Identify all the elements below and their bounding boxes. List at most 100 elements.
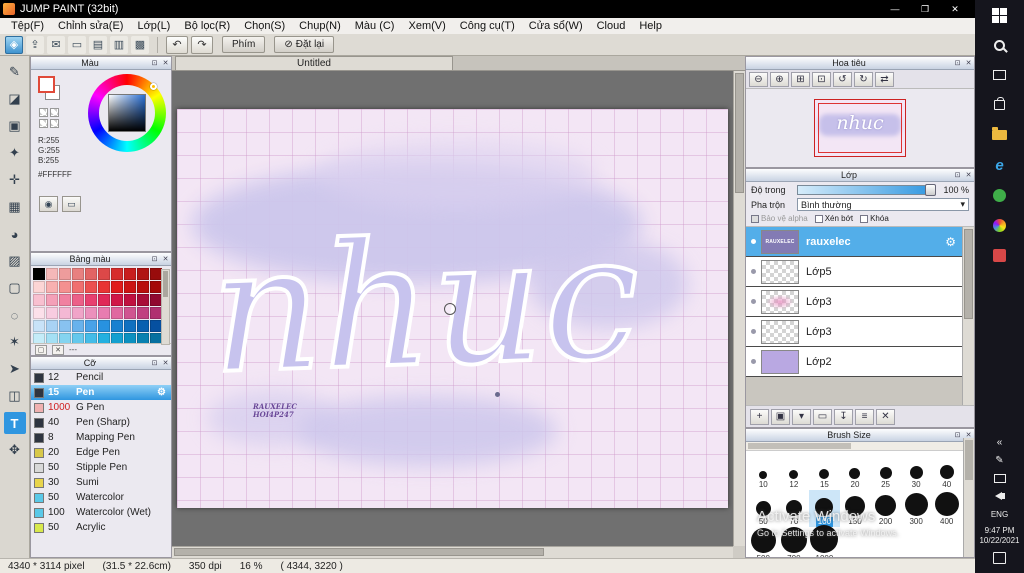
delete-palette-color-button[interactable]: ✕ <box>52 344 64 355</box>
palette-swatch[interactable] <box>59 294 71 306</box>
palette-swatch[interactable] <box>137 307 149 319</box>
palette-swatch[interactable] <box>85 333 97 344</box>
palette-swatch[interactable] <box>85 307 97 319</box>
shape-brush-tool[interactable]: ▦ <box>4 196 26 218</box>
maximize-button[interactable]: ❐ <box>910 0 940 18</box>
start-button[interactable] <box>975 0 1024 30</box>
display-icon[interactable]: ▭ <box>68 35 86 54</box>
brush-size-hscrollbar[interactable] <box>746 442 974 451</box>
palette-swatch[interactable] <box>46 281 58 293</box>
blend-mode-select[interactable]: Bình thường ▾ <box>797 198 969 211</box>
brush-size-option[interactable]: 150 <box>840 490 871 527</box>
brush-size-option[interactable]: 100 <box>809 490 840 527</box>
brush-preset-row[interactable]: 8 Mapping Pen <box>31 430 171 445</box>
palette-swatch[interactable] <box>33 268 45 280</box>
palette-swatch[interactable] <box>59 307 71 319</box>
brush-size-option[interactable]: 40 <box>931 453 962 490</box>
menu-item[interactable]: Help <box>632 18 669 34</box>
layer-visibility-toggle[interactable] <box>746 329 761 334</box>
palette-swatch[interactable] <box>124 281 136 293</box>
palette-swatch[interactable] <box>33 294 45 306</box>
menu-item[interactable]: Công cụ(T) <box>453 18 522 34</box>
palette-swatch[interactable] <box>72 307 84 319</box>
publish-icon[interactable]: ⇪ <box>26 35 44 54</box>
panel-close-icon[interactable]: ✕ <box>160 254 171 265</box>
palette-swatch[interactable] <box>46 307 58 319</box>
palette-swatch[interactable] <box>124 268 136 280</box>
brush-preset-row[interactable]: 50 Stipple Pen <box>31 460 171 475</box>
menu-item[interactable]: Màu (C) <box>348 18 402 34</box>
brush-preset-row[interactable]: 20 Edge Pen <box>31 445 171 460</box>
layer-visibility-toggle[interactable] <box>746 239 761 244</box>
layer-menu-button[interactable]: ▾ <box>792 408 811 425</box>
palette-swatch[interactable] <box>33 333 45 344</box>
brush-preset-row[interactable]: 1000 G Pen <box>31 400 171 415</box>
volume-button[interactable] <box>994 487 1005 505</box>
operation-tool[interactable]: ➤ <box>4 358 26 380</box>
close-button[interactable]: ✕ <box>940 0 970 18</box>
eraser-tool[interactable]: ◪ <box>4 88 26 110</box>
canvas-vertical-scrollbar[interactable] <box>733 71 745 546</box>
color-picker-mode-button[interactable]: ◉ <box>39 196 58 212</box>
brush-preset-row[interactable]: 40 Pen (Sharp) <box>31 415 171 430</box>
menu-item[interactable]: Chỉnh sửa(E) <box>51 18 130 34</box>
brush-preset-row[interactable]: 30 Sumi <box>31 475 171 490</box>
brush-size-option[interactable]: 500 <box>748 527 779 557</box>
palette-swatch[interactable] <box>98 320 110 332</box>
text-tool[interactable]: T <box>3 412 26 434</box>
palette-swatch[interactable] <box>98 268 110 280</box>
brush-size-option[interactable]: 30 <box>901 453 932 490</box>
palette-swatch[interactable] <box>98 294 110 306</box>
taskbar-search-button[interactable] <box>975 30 1024 60</box>
app-green-button[interactable] <box>975 180 1024 210</box>
palette-swatch[interactable] <box>111 333 123 344</box>
edge-button[interactable]: e <box>975 150 1024 180</box>
foreground-color-swatch[interactable] <box>38 76 55 93</box>
menu-item[interactable]: Tệp(F) <box>4 18 51 34</box>
pages-icon[interactable]: ▥ <box>110 35 128 54</box>
navigator-thumbnail[interactable]: nhuc <box>814 99 906 157</box>
brush-preset-row[interactable]: 100 Watercolor (Wet) <box>31 505 171 520</box>
palette-swatch[interactable] <box>137 294 149 306</box>
brush-size-option[interactable]: 200 <box>870 490 901 527</box>
layer-visibility-toggle[interactable] <box>746 299 761 304</box>
checkbox-icon[interactable] <box>751 214 759 223</box>
brush-preset-row[interactable]: 12 Pencil <box>31 370 171 385</box>
layer-option-checkbox[interactable]: Bảo vệ alpha <box>751 214 808 223</box>
panel-float-icon[interactable]: ⊡ <box>952 430 963 441</box>
brush-size-option[interactable]: 1000 <box>809 525 840 557</box>
palette-swatch[interactable] <box>72 281 84 293</box>
redo-button[interactable]: ↷ <box>191 35 213 54</box>
brush-size-option[interactable]: 25 <box>870 453 901 490</box>
opacity-slider[interactable] <box>797 184 936 196</box>
taskbar-clock[interactable]: 9:47 PM 10/22/2021 <box>979 523 1019 549</box>
transparent-color-options[interactable] <box>39 108 59 128</box>
menu-item[interactable]: Cloud <box>590 18 633 34</box>
palette-swatch[interactable] <box>111 268 123 280</box>
actual-size-button[interactable]: ⊡ <box>812 71 831 87</box>
media-app-button[interactable] <box>975 240 1024 270</box>
layer-row[interactable]: Lớp2 <box>746 347 962 377</box>
palette-swatch[interactable] <box>137 281 149 293</box>
palette-swatch[interactable] <box>46 333 58 344</box>
palette-swatch[interactable] <box>98 281 110 293</box>
layer-row[interactable]: Lớp3 <box>746 317 962 347</box>
palette-swatch[interactable] <box>72 268 84 280</box>
palette-scrollbar[interactable] <box>161 269 170 345</box>
palette-swatch[interactable] <box>85 268 97 280</box>
palette-swatch[interactable] <box>111 281 123 293</box>
palette-swatch[interactable] <box>137 320 149 332</box>
magic-wand-tool[interactable]: ✶ <box>4 331 26 353</box>
flip-button[interactable]: ⇄ <box>875 71 894 87</box>
add-palette-color-button[interactable]: ▢ <box>35 344 47 355</box>
palette-swatch[interactable] <box>124 307 136 319</box>
palette-swatch[interactable] <box>137 268 149 280</box>
brush-size-option[interactable]: 10 <box>748 453 779 490</box>
menu-item[interactable]: Xem(V) <box>401 18 452 34</box>
menu-item[interactable]: Bộ lọc(R) <box>177 18 237 34</box>
reset-button[interactable]: ⊘ Đặt lại <box>274 36 335 53</box>
palette-swatch[interactable] <box>46 294 58 306</box>
checkbox-icon[interactable] <box>860 214 869 223</box>
panel-close-icon[interactable]: ✕ <box>963 170 974 181</box>
delete-layer-button[interactable]: ✕ <box>876 408 895 425</box>
